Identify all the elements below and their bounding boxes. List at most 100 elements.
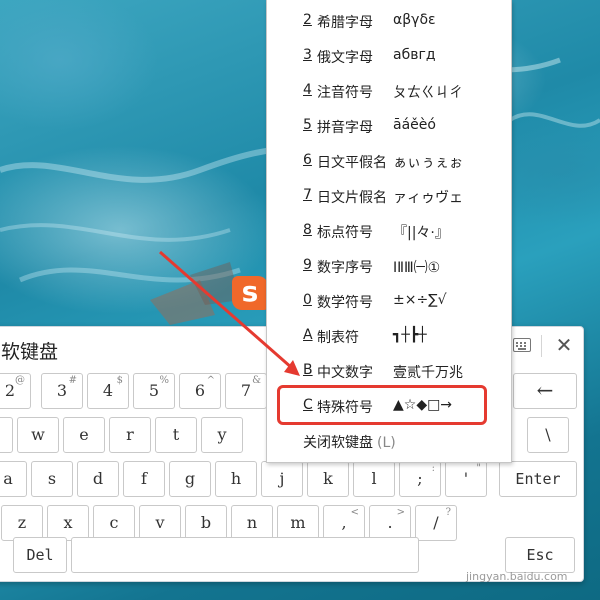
enter-key[interactable]: Enter	[499, 461, 577, 497]
key-g[interactable]: g	[169, 461, 211, 497]
menu-item-sample: ㄆㄊㄍㄐㄔ	[393, 85, 463, 101]
key-label: t	[172, 425, 180, 444]
key-semicolon[interactable]: : ;	[399, 461, 441, 497]
menu-item-sample: ぁぃぅぇぉ	[393, 155, 463, 171]
close-icon[interactable]: ✕	[555, 335, 573, 355]
menu-item-close-keyboard[interactable]: 关闭软键盘 (L)	[303, 432, 396, 452]
menu-item-shortcut: 8	[303, 222, 312, 238]
menu-item-pinyin[interactable]: 5 拼音字母 āáěèó	[267, 107, 511, 143]
key-label: v	[155, 513, 165, 532]
key-w[interactable]: w	[17, 417, 59, 453]
menu-item-shortcut: 7	[303, 187, 312, 203]
key-f[interactable]: f	[123, 461, 165, 497]
key-label: e	[79, 425, 89, 444]
menu-item-shortcut: 5	[303, 117, 312, 133]
key-label: w	[31, 425, 45, 444]
menu-item-zhuyin[interactable]: 4 注音符号 ㄆㄊㄍㄐㄔ	[267, 72, 511, 108]
menu-item-shortcut: 9	[303, 257, 312, 273]
delete-key[interactable]: Del	[13, 537, 67, 573]
menu-item-sample: āáěèó	[393, 117, 436, 133]
menu-item-label: 标点符号	[317, 225, 373, 241]
key-quote[interactable]: " '	[445, 461, 487, 497]
key-k[interactable]: k	[307, 461, 349, 497]
menu-item-hiragana[interactable]: 6 日文平假名 ぁぃぅぇぉ	[267, 142, 511, 178]
menu-item-shortcut: 0	[303, 292, 312, 308]
key-label: d	[92, 469, 104, 488]
key-e[interactable]: e	[63, 417, 105, 453]
menu-item-sample: ┓┼┣┼	[393, 327, 427, 343]
menu-item-label: 拼音字母	[317, 120, 373, 136]
key-3[interactable]: # 3	[41, 373, 83, 409]
key-j[interactable]: j	[261, 461, 303, 497]
menu-item-label: 中文数字	[317, 365, 373, 381]
key-5[interactable]: % 5	[133, 373, 175, 409]
menu-item-shortcut: A	[303, 327, 313, 343]
key-r[interactable]: r	[109, 417, 151, 453]
key-label: /	[433, 513, 439, 532]
menu-item-punctuation[interactable]: 8 标点符号 『||々·』	[267, 212, 511, 248]
menu-item-chinese-numerals[interactable]: B 中文数字 壹贰千万兆	[267, 352, 511, 388]
menu-item-greek[interactable]: 2 希腊字母 αβγδε	[267, 2, 511, 38]
menu-item-russian[interactable]: 3 俄文字母 абвгд	[267, 37, 511, 73]
key-l[interactable]: l	[353, 461, 395, 497]
menu-item-sample: 壹贰千万兆	[393, 365, 463, 381]
menu-item-number-sequence[interactable]: 9 数字序号 ⅠⅡⅢ㈠①	[267, 247, 511, 283]
key-6[interactable]: ^ 6	[179, 373, 221, 409]
key-period[interactable]: > .	[369, 505, 411, 541]
key-d[interactable]: d	[77, 461, 119, 497]
key-n[interactable]: n	[231, 505, 273, 541]
key-c[interactable]: c	[93, 505, 135, 541]
menu-item-shortcut: 6	[303, 152, 312, 168]
key-7[interactable]: & 7	[225, 373, 267, 409]
highlight-box	[277, 385, 487, 425]
backspace-arrow-icon: ←	[536, 378, 554, 402]
menu-item-sample: ァィゥヴェ	[393, 190, 463, 206]
menu-item-math-symbols[interactable]: 0 数学符号 ±×÷∑√	[267, 282, 511, 318]
key-z[interactable]: z	[1, 505, 43, 541]
key-label: n	[246, 513, 258, 532]
key-label: 5	[148, 381, 160, 400]
key-label: b	[200, 513, 212, 532]
key-h[interactable]: h	[215, 461, 257, 497]
key-4[interactable]: $ 4	[87, 373, 129, 409]
key-q-partial[interactable]	[0, 417, 13, 453]
menu-item-katakana[interactable]: 7 日文片假名 ァィゥヴェ	[267, 177, 511, 213]
menu-item-label: 日文平假名	[317, 155, 387, 171]
key-label: y	[217, 425, 227, 444]
menu-item-label: 俄文字母	[317, 50, 373, 66]
key-b[interactable]: b	[185, 505, 227, 541]
space-key[interactable]	[71, 537, 419, 573]
menu-item-shortcut: 3	[303, 47, 312, 63]
key-label: 7	[240, 381, 252, 400]
key-2[interactable]: @ 2	[0, 373, 31, 409]
menu-item-sample: абвгд	[393, 47, 436, 63]
key-v[interactable]: v	[139, 505, 181, 541]
menu-item-sample: αβγδε	[393, 12, 436, 28]
escape-key[interactable]: Esc	[505, 537, 575, 573]
key-label: 3	[56, 381, 68, 400]
key-y[interactable]: y	[201, 417, 243, 453]
key-label: Del	[26, 546, 54, 564]
menu-item-label: 数学符号	[317, 295, 373, 311]
key-s[interactable]: s	[31, 461, 73, 497]
title-divider	[541, 335, 542, 357]
menu-item-shortcut: (L)	[377, 435, 396, 451]
keyboard-icon[interactable]	[513, 338, 531, 352]
key-comma[interactable]: < ,	[323, 505, 365, 541]
key-label: ,	[341, 513, 347, 532]
key-a[interactable]: a	[0, 461, 27, 497]
menu-item-label: 希腊字母	[317, 15, 373, 31]
key-label: r	[126, 425, 134, 444]
backspace-key[interactable]: ←	[513, 373, 577, 409]
key-m[interactable]: m	[277, 505, 319, 541]
key-backslash[interactable]: \	[527, 417, 569, 453]
key-t[interactable]: t	[155, 417, 197, 453]
key-label: 4	[102, 381, 114, 400]
key-label: 2	[4, 381, 16, 400]
key-x[interactable]: x	[47, 505, 89, 541]
menu-item-label: 制表符	[317, 330, 359, 346]
menu-item-sample: 『||々·』	[393, 225, 449, 241]
key-label: k	[323, 469, 333, 488]
menu-item-box-drawing[interactable]: A 制表符 ┓┼┣┼	[267, 317, 511, 353]
key-slash[interactable]: ? /	[415, 505, 457, 541]
